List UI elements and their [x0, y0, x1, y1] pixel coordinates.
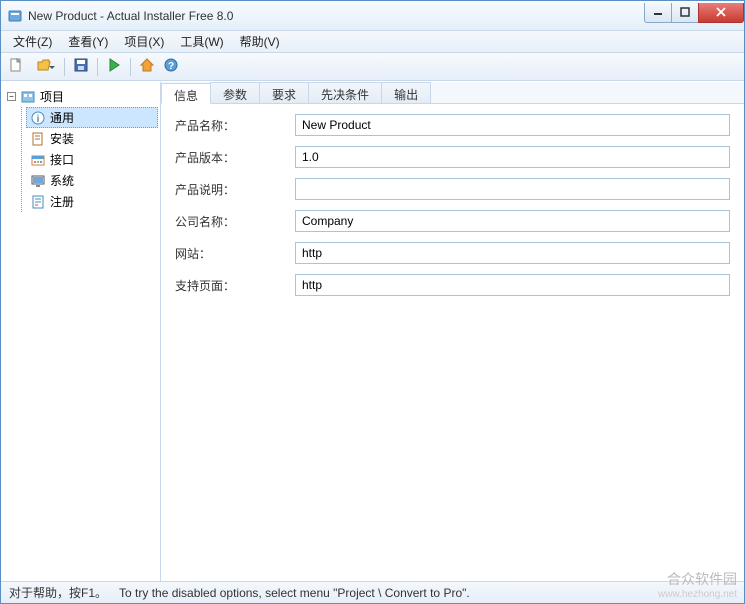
sidebar-item-interface[interactable]: 接口: [26, 149, 158, 170]
label-support: 支持页面：: [175, 277, 295, 294]
app-icon: [7, 8, 23, 24]
input-product-name[interactable]: [295, 114, 730, 136]
input-product-desc[interactable]: [295, 178, 730, 200]
tab-require[interactable]: 要求: [259, 82, 309, 103]
status-help: 对于帮助，按F1。: [9, 584, 107, 601]
info-icon: i: [30, 110, 46, 126]
new-file-icon: [8, 57, 24, 76]
open-button[interactable]: [29, 56, 59, 78]
home-button[interactable]: [136, 56, 158, 78]
toolbar-separator: [64, 58, 65, 76]
toolbar-separator: [130, 58, 131, 76]
page-icon: [30, 131, 46, 147]
menu-file[interactable]: 文件(Z): [5, 31, 60, 52]
label-website: 网站：: [175, 245, 295, 262]
minimize-button[interactable]: [644, 3, 672, 23]
input-company[interactable]: [295, 210, 730, 232]
tab-bar: 信息 参数 要求 先决条件 输出: [161, 82, 744, 104]
label-product-name: 产品名称：: [175, 117, 295, 134]
menu-help[interactable]: 帮助(V): [232, 31, 288, 52]
menu-tools[interactable]: 工具(W): [172, 31, 231, 52]
sidebar-item-label: 接口: [50, 151, 74, 168]
tab-params[interactable]: 参数: [210, 82, 260, 103]
run-button[interactable]: [103, 56, 125, 78]
menubar: 文件(Z) 查看(Y) 项目(X) 工具(W) 帮助(V): [1, 31, 744, 53]
svg-text:i: i: [37, 114, 40, 125]
sidebar-item-general[interactable]: i 通用: [26, 107, 158, 128]
label-product-desc: 产品说明：: [175, 181, 295, 198]
home-icon: [139, 57, 155, 76]
toolbar: ?: [1, 53, 744, 81]
statusbar: 对于帮助，按F1。 To try the disabled options, s…: [1, 581, 744, 603]
sidebar-item-install[interactable]: 安装: [26, 128, 158, 149]
play-icon: [106, 57, 122, 76]
tree-root-label: 项目: [40, 88, 64, 105]
sidebar-item-label: 通用: [50, 109, 74, 126]
status-tip: To try the disabled options, select menu…: [119, 586, 470, 600]
folder-open-icon: [36, 57, 52, 76]
help-icon: ?: [163, 57, 179, 76]
input-website[interactable]: [295, 242, 730, 264]
input-support[interactable]: [295, 274, 730, 296]
svg-text:?: ?: [168, 61, 174, 72]
sidebar-item-label: 注册: [50, 193, 74, 210]
window-title: New Product - Actual Installer Free 8.0: [28, 9, 645, 23]
tab-output[interactable]: 输出: [381, 82, 431, 103]
input-product-version[interactable]: [295, 146, 730, 168]
project-icon: [20, 89, 36, 105]
sidebar-item-label: 安装: [50, 130, 74, 147]
save-icon: [73, 57, 89, 76]
new-button[interactable]: [5, 56, 27, 78]
save-button[interactable]: [70, 56, 92, 78]
monitor-icon: [30, 173, 46, 189]
sidebar-item-label: 系统: [50, 172, 74, 189]
sidebar: − 项目 i 通用 安装 接口 系统: [1, 82, 161, 581]
toolbar-separator: [97, 58, 98, 76]
sidebar-item-system[interactable]: 系统: [26, 170, 158, 191]
menu-project[interactable]: 项目(X): [116, 31, 172, 52]
form-icon: [30, 194, 46, 210]
sidebar-item-register[interactable]: 注册: [26, 191, 158, 212]
tab-prereq[interactable]: 先决条件: [308, 82, 382, 103]
menu-view[interactable]: 查看(Y): [60, 31, 116, 52]
titlebar: New Product - Actual Installer Free 8.0: [1, 1, 744, 31]
label-company: 公司名称：: [175, 213, 295, 230]
close-button[interactable]: [698, 3, 744, 23]
form-info: 产品名称： 产品版本： 产品说明： 公司名称： 网站：: [161, 104, 744, 316]
help-button[interactable]: ?: [160, 56, 182, 78]
main-panel: 信息 参数 要求 先决条件 输出 产品名称： 产品版本： 产品说明：: [161, 82, 744, 581]
label-product-version: 产品版本：: [175, 149, 295, 166]
grid-icon: [30, 152, 46, 168]
tab-info[interactable]: 信息: [161, 83, 211, 104]
maximize-button[interactable]: [671, 3, 699, 23]
collapse-icon[interactable]: −: [7, 92, 16, 101]
tree-root-project[interactable]: − 项目: [3, 86, 158, 107]
